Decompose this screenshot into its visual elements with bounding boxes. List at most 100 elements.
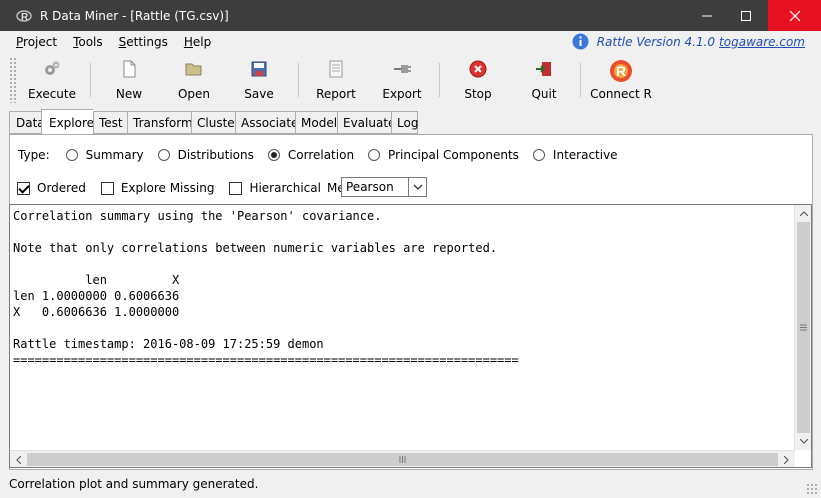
options-row: Ordered Explore Missing Hierarchical Met…: [17, 180, 376, 196]
menu-project-rest: roject: [23, 35, 58, 49]
floppy-icon: [251, 61, 267, 77]
new-label: New: [115, 87, 143, 101]
explore-missing-checkbox[interactable]: Explore Missing: [100, 181, 215, 195]
radio-summary[interactable]: Summary: [65, 148, 144, 162]
hierarchical-checkbox[interactable]: Hierarchical: [229, 181, 321, 195]
new-document-icon: [123, 60, 136, 78]
scroll-up-icon[interactable]: [795, 205, 812, 222]
report-label: Report: [316, 87, 356, 101]
open-button[interactable]: Open: [172, 59, 216, 101]
explore-missing-check[interactable]: [100, 181, 114, 195]
folder-icon: [185, 63, 202, 76]
close-button[interactable]: [768, 0, 821, 31]
radio-principal-components-label: Principal Components: [388, 148, 519, 162]
new-button[interactable]: New: [108, 59, 150, 101]
version-text: Rattle Version 4.1.0: [596, 34, 716, 49]
quit-button[interactable]: Quit: [524, 59, 564, 101]
svg-text:R: R: [21, 12, 29, 23]
info-icon: [572, 33, 589, 50]
menu-settings[interactable]: Settings: [119, 35, 168, 49]
hierarchical-label: Hierarchical: [249, 181, 321, 195]
menu-tools[interactable]: Tools: [73, 35, 103, 49]
scroll-left-icon[interactable]: [10, 451, 27, 468]
save-button[interactable]: Save: [238, 59, 280, 101]
scroll-down-icon[interactable]: [795, 433, 812, 450]
output-textview[interactable]: Correlation summary using the 'Pearson' …: [9, 204, 812, 468]
report-button[interactable]: Report: [314, 59, 358, 101]
radio-principal-components-circle[interactable]: [368, 149, 381, 161]
menu-project-key: P: [16, 35, 24, 49]
window-title: R Data Miner - [Rattle (TG.csv)]: [40, 8, 229, 23]
connect-r-button[interactable]: R Connect R: [590, 59, 652, 101]
toolbar: Execute New Open Save Report Export Stop…: [0, 53, 821, 108]
tab-model[interactable]: Model: [295, 111, 337, 134]
tab-data[interactable]: Data: [9, 111, 45, 134]
stop-icon: [469, 60, 487, 78]
scroll-right-icon[interactable]: [778, 451, 795, 468]
execute-button[interactable]: Execute: [28, 59, 76, 101]
radio-distributions[interactable]: Distributions: [157, 148, 254, 162]
menu-tools-rest: ools: [78, 35, 103, 49]
tab-transform[interactable]: Transform: [127, 111, 193, 134]
tab-test[interactable]: Test: [93, 111, 127, 134]
tab-explore[interactable]: Explore: [41, 109, 94, 134]
method-select[interactable]: Pearson: [341, 177, 427, 197]
execute-label: Execute: [28, 87, 76, 101]
export-button[interactable]: Export: [380, 59, 424, 101]
maximize-button[interactable]: [723, 0, 769, 31]
togaware-link[interactable]: togaware.com: [719, 35, 805, 49]
export-plug-icon: [394, 65, 411, 73]
radio-distributions-label: Distributions: [177, 148, 254, 162]
tab-associate[interactable]: Associate: [235, 111, 298, 134]
stop-button[interactable]: Stop: [458, 59, 498, 101]
output-text: Correlation summary using the 'Pearson' …: [13, 209, 519, 367]
hierarchical-check[interactable]: [229, 181, 243, 195]
horizontal-scroll-thumb[interactable]: [27, 453, 778, 466]
version-info: Rattle Version 4.1.0 togaware.com: [572, 33, 805, 50]
export-label: Export: [382, 87, 422, 101]
toolbar-separator: [439, 63, 440, 97]
stop-label: Stop: [464, 87, 492, 101]
quit-label: Quit: [531, 87, 557, 101]
chevron-down-icon[interactable]: [408, 178, 426, 196]
ordered-label: Ordered: [37, 181, 86, 195]
toolbar-grip[interactable]: [9, 57, 17, 103]
exit-door-icon: [536, 62, 551, 76]
vertical-scroll-thumb[interactable]: [797, 222, 810, 433]
explore-missing-label: Explore Missing: [120, 181, 215, 195]
connect-r-label: Connect R: [590, 87, 652, 101]
type-label: Type:: [18, 148, 50, 162]
radio-correlation-circle[interactable]: [267, 149, 280, 161]
toolbar-separator: [580, 63, 581, 97]
radio-summary-circle[interactable]: [65, 149, 78, 161]
maximize-icon: [741, 10, 751, 21]
radio-correlation[interactable]: Correlation: [267, 148, 355, 162]
ordered-check[interactable]: [17, 181, 30, 195]
svg-text:R: R: [616, 63, 626, 79]
ordered-checkbox[interactable]: Ordered: [17, 181, 86, 195]
radio-interactive-circle[interactable]: [532, 149, 545, 161]
tab-evaluate[interactable]: Evaluate: [337, 111, 395, 134]
minimize-icon: [702, 15, 712, 16]
vertical-scrollbar[interactable]: [794, 205, 811, 450]
toolbar-separator: [298, 63, 299, 97]
radio-principal-components[interactable]: Principal Components: [368, 148, 519, 162]
tab-log[interactable]: Log: [391, 111, 418, 134]
status-bar: Correlation plot and summary generated.: [0, 470, 821, 498]
radio-interactive[interactable]: Interactive: [532, 148, 618, 162]
report-icon: [329, 60, 343, 78]
radio-correlation-label: Correlation: [287, 148, 355, 162]
menu-help[interactable]: Help: [184, 35, 211, 49]
open-label: Open: [177, 87, 211, 101]
menu-project[interactable]: Project: [16, 35, 57, 49]
close-icon: [789, 10, 800, 21]
save-label: Save: [244, 87, 274, 101]
r-logo-icon: R: [610, 60, 632, 82]
horizontal-scrollbar[interactable]: [10, 450, 795, 467]
toolbar-separator: [90, 63, 91, 97]
radio-summary-label: Summary: [85, 148, 144, 162]
tab-cluster[interactable]: Cluster: [191, 111, 240, 134]
radio-distributions-circle[interactable]: [157, 149, 170, 161]
method-value: Pearson: [346, 180, 394, 194]
resize-grip[interactable]: [806, 483, 818, 495]
